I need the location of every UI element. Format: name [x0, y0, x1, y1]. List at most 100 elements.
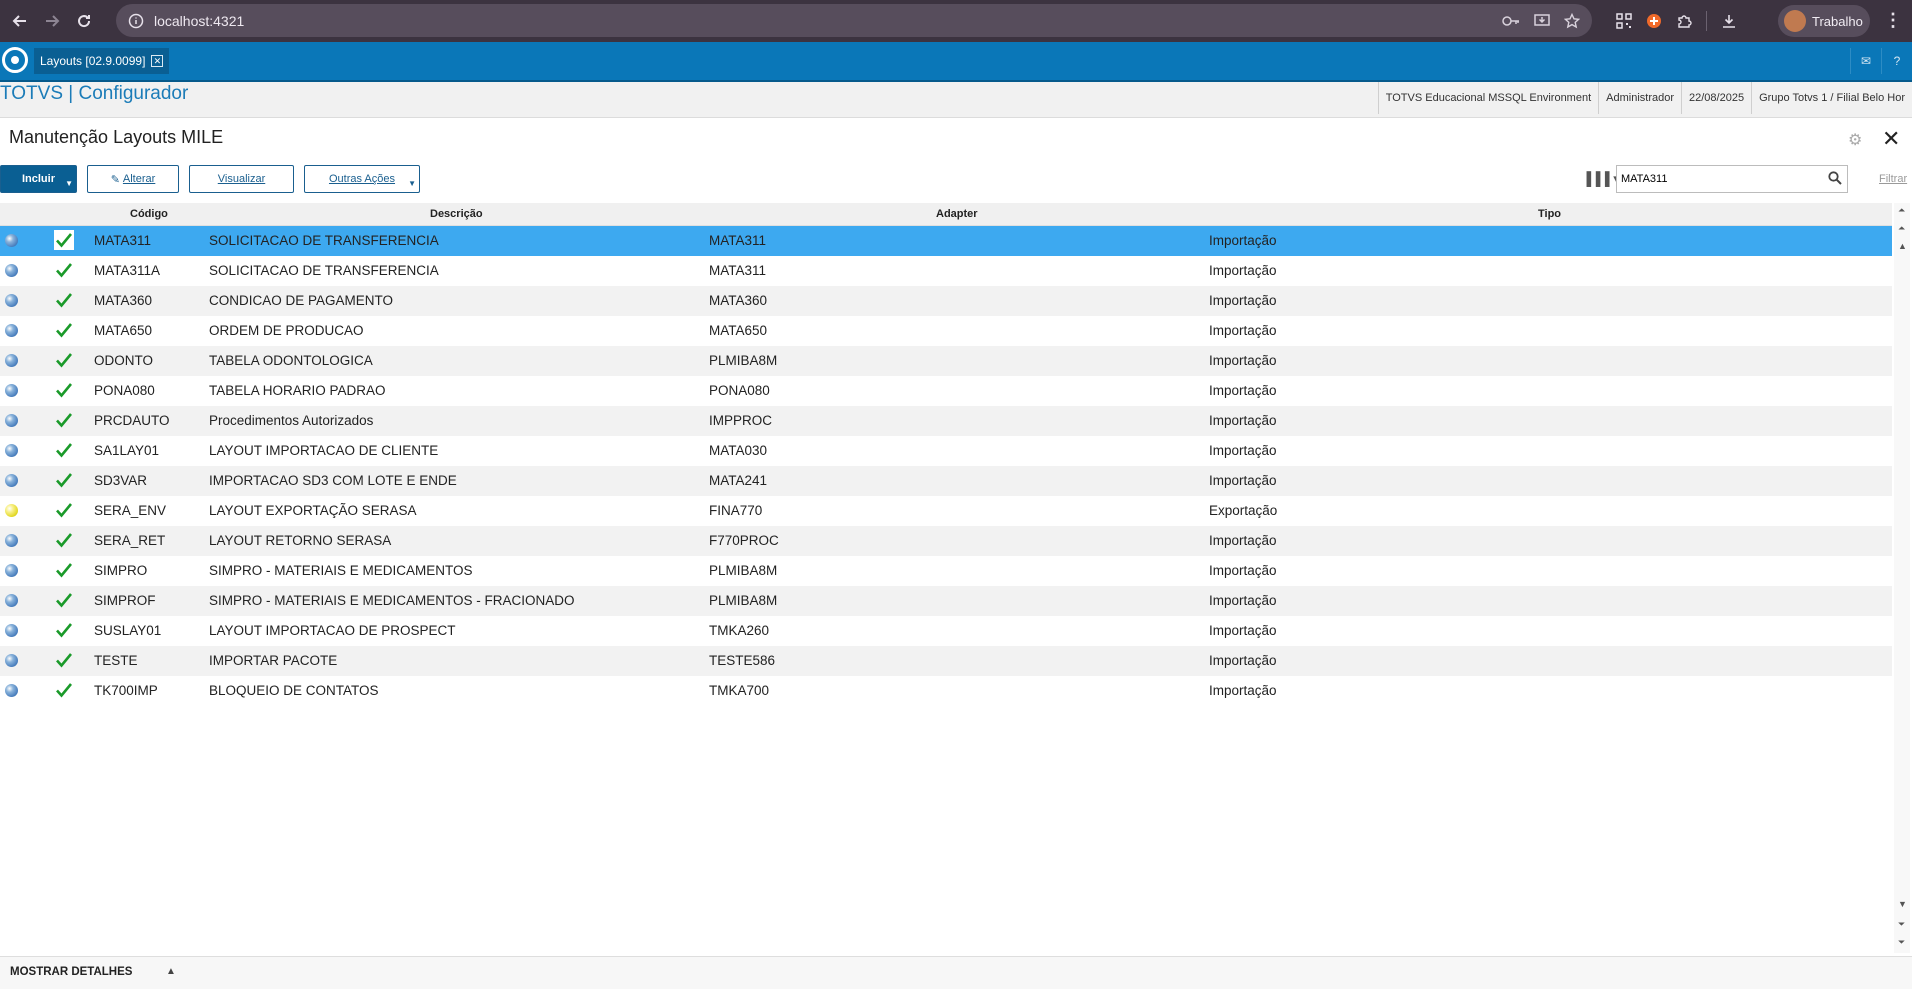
back-icon[interactable]	[6, 7, 34, 35]
install-app-icon[interactable]	[1534, 13, 1550, 28]
active-check-icon	[56, 473, 73, 488]
table-row[interactable]: TK700IMP BLOQUEIO DE CONTATOS TMKA700 Impor…	[0, 676, 1892, 706]
active-check-icon	[56, 563, 73, 578]
user-info[interactable]: Administrador	[1598, 82, 1681, 114]
totvs-logo[interactable]	[2, 47, 28, 73]
table-row[interactable]: MATA311A SOLICITACAO DE TRANSFERENCIA MATA…	[0, 256, 1892, 286]
bookmark-star-icon[interactable]	[1564, 12, 1580, 29]
status-legend-icon[interactable]	[5, 564, 18, 577]
status-legend-icon[interactable]	[5, 294, 18, 307]
table-row[interactable]: SIMPRO SIMPRO - MATERIAIS E MEDICAMENTOS P…	[0, 556, 1892, 586]
help-icon[interactable]: ?	[1881, 48, 1912, 74]
details-label[interactable]: MOSTRAR DETALHES	[10, 966, 132, 978]
date-info[interactable]: 22/08/2025	[1681, 82, 1751, 114]
download-icon[interactable]	[1721, 13, 1737, 29]
scroll-up-icon[interactable]: ▲	[1898, 241, 1907, 251]
branch-info[interactable]: Grupo Totvs 1 / Filial Belo Hor	[1751, 82, 1912, 114]
status-legend-icon[interactable]	[5, 384, 18, 397]
details-bar[interactable]: MOSTRAR DETALHES ▲	[0, 956, 1912, 989]
cell-codigo: SERA_RET	[94, 533, 166, 548]
status-legend-icon[interactable]	[5, 474, 18, 487]
status-legend-icon[interactable]	[5, 684, 18, 697]
table-row[interactable]: PRCDAUTO Procedimentos Autorizados IMPPROC…	[0, 406, 1892, 436]
tab-layouts[interactable]: Layouts [02.9.0099] ✕	[34, 48, 170, 74]
scroll-down-icon[interactable]: ▼	[1898, 899, 1907, 909]
scroll-page-down-icon[interactable]: ⏷	[1898, 919, 1905, 930]
table-row[interactable]: PONA080 TABELA HORARIO PADRAO PONA080 Impor…	[0, 376, 1892, 406]
status-legend-icon[interactable]	[5, 444, 18, 457]
scroll-bottom-icon[interactable]: ⏷	[1898, 937, 1905, 948]
tab-close-icon[interactable]: ✕	[151, 55, 164, 67]
gear-icon[interactable]: ⚙	[1848, 130, 1862, 150]
status-legend-icon[interactable]	[5, 324, 18, 337]
alterar-button[interactable]: ✎ Alterar	[87, 165, 179, 193]
status-legend-icon[interactable]	[5, 594, 18, 607]
status-legend-icon[interactable]	[5, 534, 18, 547]
cell-tipo: Exportação	[1209, 503, 1278, 518]
status-legend-icon[interactable]	[5, 624, 18, 637]
table-row[interactable]: MATA311 SOLICITACAO DE TRANSFERENCIA MATA3…	[0, 226, 1892, 256]
reload-icon[interactable]	[70, 7, 98, 35]
table-row[interactable]: TESTE IMPORTAR PACOTE TESTE586 Importação	[0, 646, 1892, 676]
table-row[interactable]: SERA_ENV LAYOUT EXPORTAÇÃO SERASA FINA770 E…	[0, 496, 1892, 526]
extensions-puzzle-icon[interactable]	[1676, 13, 1692, 29]
key-icon[interactable]	[1502, 14, 1520, 28]
more-menu-icon[interactable]: ⋮	[1884, 10, 1902, 30]
cell-tipo: Importação	[1209, 353, 1277, 368]
table-row[interactable]: SERA_RET LAYOUT RETORNO SERASA F770PROC Imp…	[0, 526, 1892, 556]
status-legend-icon[interactable]	[5, 504, 18, 517]
environment-info[interactable]: TOTVS Educacional MSSQL Environment	[1377, 82, 1598, 114]
address-bar[interactable]: localhost:4321	[116, 4, 1592, 37]
columns-icon[interactable]: ▐▐▐ ▾	[1582, 171, 1620, 187]
incluir-button[interactable]: Incluir ▼	[0, 165, 77, 193]
table-row[interactable]: SUSLAY01 LAYOUT IMPORTACAO DE PROSPECT TMK…	[0, 616, 1892, 646]
search-input[interactable]	[1617, 167, 1815, 191]
forward-icon[interactable]	[38, 7, 66, 35]
active-check-icon	[56, 593, 73, 608]
status-legend-icon[interactable]	[5, 234, 18, 247]
cell-codigo: PRCDAUTO	[94, 413, 170, 428]
profile-button[interactable]: Trabalho	[1778, 5, 1870, 37]
mail-icon[interactable]: ✉	[1850, 48, 1881, 74]
cell-tipo: Importação	[1209, 623, 1277, 638]
filtrar-link[interactable]: Filtrar	[1879, 173, 1907, 185]
table-row[interactable]: MATA650 ORDEM DE PRODUCAO MATA650 Importaçã…	[0, 316, 1892, 346]
cell-codigo: ODONTO	[94, 353, 154, 368]
header-descricao[interactable]: Descrição	[430, 208, 483, 220]
chevron-down-icon[interactable]: ▼	[408, 179, 416, 188]
vertical-scrollbar[interactable]: ⏶ ⏶ ▲ ▼ ⏷ ⏷	[1894, 203, 1910, 953]
cell-adapter: FINA770	[709, 503, 763, 518]
status-legend-icon[interactable]	[5, 264, 18, 277]
cell-tipo: Importação	[1209, 413, 1277, 428]
header-tipo[interactable]: Tipo	[1538, 208, 1561, 220]
header-codigo[interactable]: Código	[130, 208, 168, 220]
table-row[interactable]: SA1LAY01 LAYOUT IMPORTACAO DE CLIENTE MATA…	[0, 436, 1892, 466]
pencil-icon: ✎	[110, 173, 120, 186]
outras-acoes-button[interactable]: Outras Ações ▼	[304, 165, 420, 193]
cell-descricao: ORDEM DE PRODUCAO	[209, 323, 364, 338]
cell-descricao: SIMPRO - MATERIAIS E MEDICAMENTOS - FRAC…	[209, 593, 575, 608]
table-row[interactable]: SD3VAR IMPORTACAO SD3 COM LOTE E ENDE MATA…	[0, 466, 1892, 496]
search-icon[interactable]	[1828, 171, 1842, 185]
extension-orange-icon[interactable]	[1646, 13, 1662, 29]
active-check-icon	[56, 293, 73, 308]
scroll-top-icon[interactable]: ⏶	[1898, 205, 1905, 216]
table-row[interactable]: ODONTO TABELA ODONTOLOGICA PLMIBA8M Importa…	[0, 346, 1892, 376]
scroll-page-up-icon[interactable]: ⏶	[1898, 223, 1905, 234]
table-row[interactable]: SIMPROF SIMPRO - MATERIAIS E MEDICAMENTOS…	[0, 586, 1892, 616]
cell-adapter: PLMIBA8M	[709, 563, 778, 578]
qr-icon[interactable]	[1616, 13, 1632, 29]
chevron-down-icon[interactable]: ▼	[65, 179, 73, 188]
table-row[interactable]: MATA360 CONDICAO DE PAGAMENTO MATA360 Impor…	[0, 286, 1892, 316]
site-info-icon[interactable]	[128, 13, 144, 29]
header-adapter[interactable]: Adapter	[936, 208, 978, 220]
app-brand: TOTVS | Configurador	[0, 83, 189, 104]
status-legend-icon[interactable]	[5, 354, 18, 367]
close-icon[interactable]: ✕	[1882, 126, 1900, 152]
cell-codigo: SUSLAY01	[94, 623, 162, 638]
status-legend-icon[interactable]	[5, 414, 18, 427]
visualizar-button[interactable]: Visualizar	[189, 165, 294, 193]
status-legend-icon[interactable]	[5, 654, 18, 667]
active-check-icon	[56, 503, 73, 518]
expand-up-icon[interactable]: ▲	[166, 966, 176, 977]
